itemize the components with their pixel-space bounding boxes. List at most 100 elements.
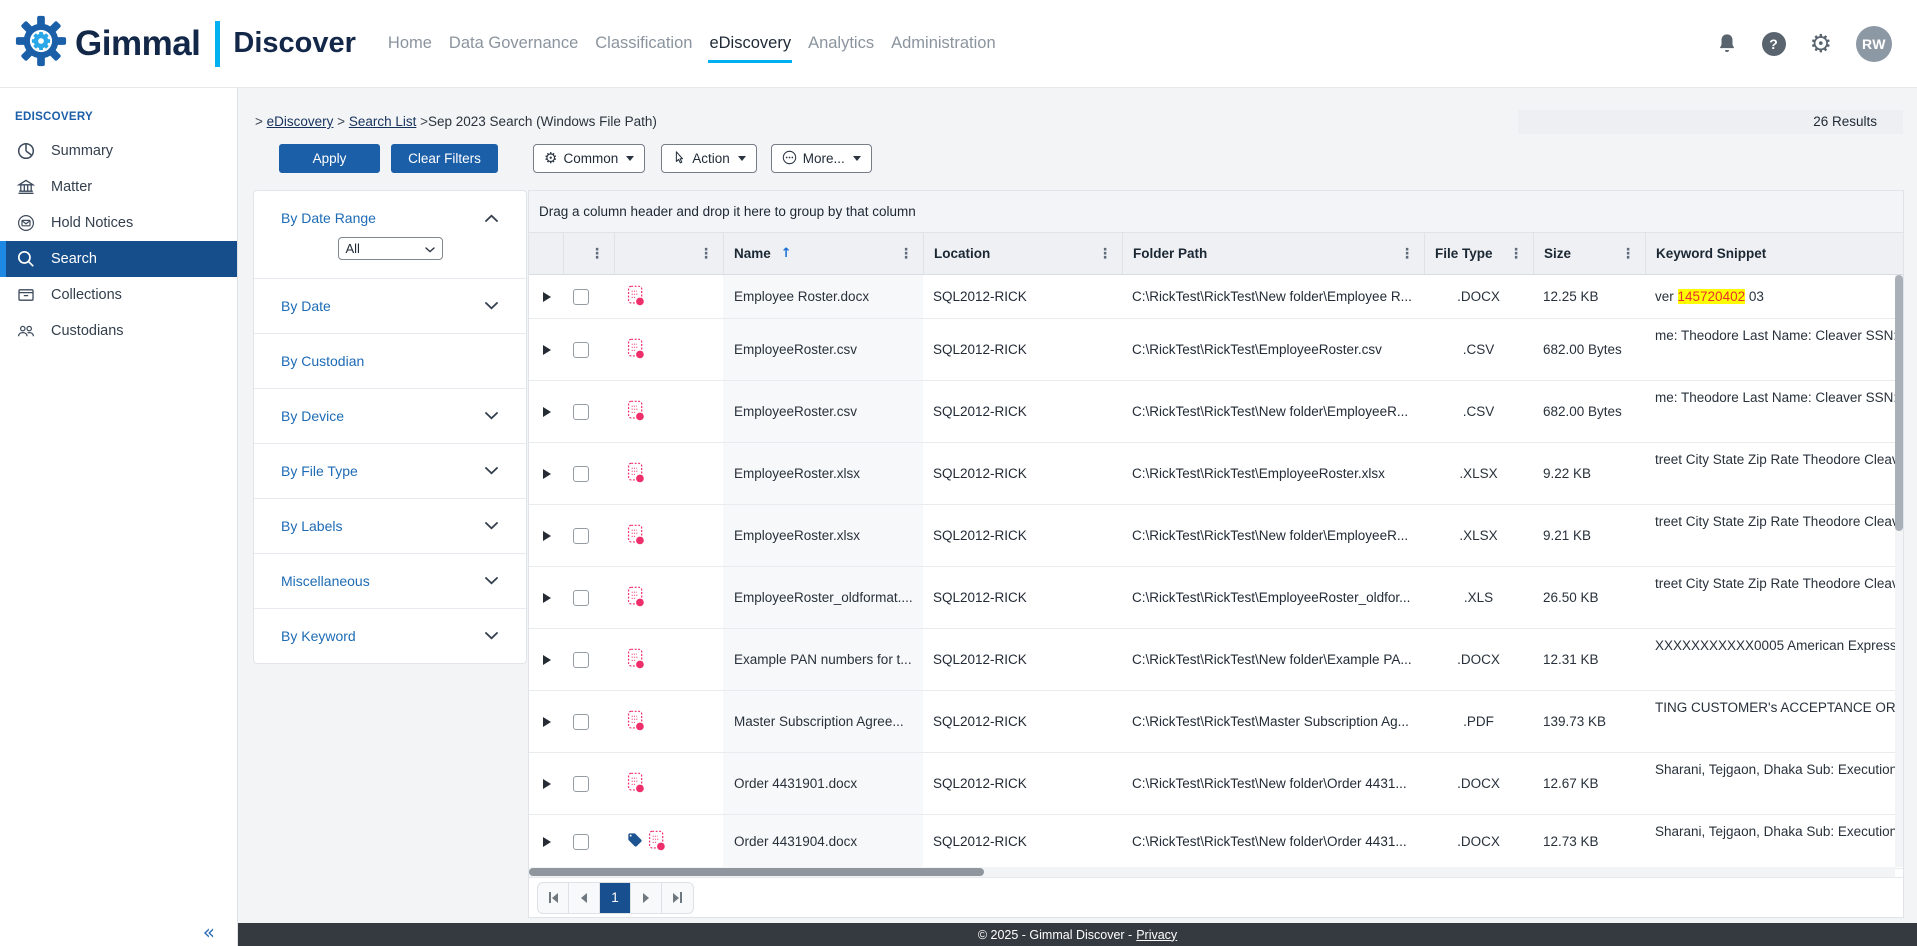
table-row[interactable]: EmployeeRoster.xlsxSQL2012-RICKC:\RickTe… <box>529 443 1903 505</box>
table-row[interactable]: EmployeeRoster_oldformat....SQL2012-RICK… <box>529 567 1903 629</box>
row-expand-cell <box>529 629 563 690</box>
filter-header-by-device[interactable]: By Device <box>254 389 526 443</box>
nav-item-ediscovery[interactable]: eDiscovery <box>708 24 792 63</box>
row-expand-button[interactable] <box>543 837 551 847</box>
sidebar-item-summary[interactable]: Summary <box>0 133 237 169</box>
clear-filters-button[interactable]: Clear Filters <box>391 144 498 173</box>
sidebar-item-label: Custodians <box>51 323 124 339</box>
filter-header-by-file-type[interactable]: By File Type <box>254 444 526 498</box>
table-row[interactable]: Master Subscription Agree...SQL2012-RICK… <box>529 691 1903 753</box>
breadcrumb-search-list[interactable]: Search List <box>349 114 417 129</box>
filter-header-by-labels[interactable]: By Labels <box>254 499 526 553</box>
date-range-select[interactable]: All <box>338 237 443 260</box>
sidebar-item-custodians[interactable]: Custodians <box>0 313 237 349</box>
filter-header-by-date[interactable]: By Date <box>254 279 526 333</box>
filter-header-miscellaneous[interactable]: Miscellaneous <box>254 554 526 608</box>
row-checkbox[interactable] <box>573 714 589 730</box>
horizontal-scrollbar-thumb[interactable] <box>529 868 984 876</box>
header-size[interactable]: Size⋮ <box>1533 233 1645 274</box>
privacy-link[interactable]: Privacy <box>1136 928 1177 942</box>
header-icon-column[interactable]: ⋮ <box>614 233 723 274</box>
column-menu-icon[interactable]: ⋮ <box>1621 246 1635 262</box>
bell-icon[interactable] <box>1716 32 1738 56</box>
column-menu-icon[interactable]: ⋮ <box>699 246 713 262</box>
sidebar-item-collections[interactable]: Collections <box>0 277 237 313</box>
table-row[interactable]: Employee Roster.docxSQL2012-RICKC:\RickT… <box>529 275 1903 319</box>
row-expand-button[interactable] <box>543 469 551 479</box>
next-page-button[interactable] <box>631 883 662 913</box>
table-row[interactable]: EmployeeRoster.csvSQL2012-RICKC:\RickTes… <box>529 381 1903 443</box>
header-folder-path[interactable]: Folder Path⋮ <box>1122 233 1424 274</box>
pink-document-icon <box>627 710 645 734</box>
breadcrumb-ediscovery[interactable]: eDiscovery <box>267 114 334 129</box>
current-page-button[interactable]: 1 <box>600 883 631 913</box>
row-checkbox-cell <box>563 629 614 690</box>
apply-button[interactable]: Apply <box>279 144 380 173</box>
column-menu-icon[interactable]: ⋮ <box>1098 246 1112 262</box>
row-expand-button[interactable] <box>543 292 551 302</box>
row-expand-button[interactable] <box>543 717 551 727</box>
header-keyword-snippet[interactable]: Keyword Snippet <box>1645 233 1903 274</box>
row-checkbox[interactable] <box>573 590 589 606</box>
vertical-scrollbar-thumb[interactable] <box>1895 275 1903 531</box>
file-type-cell: .CSV <box>1424 381 1533 442</box>
filter-header-by-custodian[interactable]: By Custodian <box>254 334 526 388</box>
header-name[interactable]: Name ↑ ⋮ <box>723 233 923 274</box>
action-dropdown-button[interactable]: Action <box>661 144 757 173</box>
row-checkbox[interactable] <box>573 834 589 850</box>
main-content: > eDiscovery > Search List >Sep 2023 Sea… <box>238 88 1917 923</box>
last-page-button[interactable] <box>662 883 693 913</box>
row-expand-button[interactable] <box>543 345 551 355</box>
nav-item-analytics[interactable]: Analytics <box>807 24 875 63</box>
help-icon[interactable]: ? <box>1762 32 1786 56</box>
group-by-bar[interactable]: Drag a column header and drop it here to… <box>529 191 1903 233</box>
brand-logo: Gimmal Discover <box>14 14 356 73</box>
settings-gear-icon[interactable]: ⚙ <box>1810 31 1832 56</box>
row-expand-button[interactable] <box>543 593 551 603</box>
table-row[interactable]: EmployeeRoster.xlsxSQL2012-RICKC:\RickTe… <box>529 505 1903 567</box>
nav-item-administration[interactable]: Administration <box>890 24 997 63</box>
first-page-button[interactable] <box>538 883 569 913</box>
common-dropdown-button[interactable]: ⚙ Common <box>533 144 645 173</box>
prev-page-button[interactable] <box>569 883 600 913</box>
row-checkbox[interactable] <box>573 404 589 420</box>
row-checkbox[interactable] <box>573 776 589 792</box>
header-file-type[interactable]: File Type⋮ <box>1424 233 1533 274</box>
sidebar-item-matter[interactable]: Matter <box>0 169 237 205</box>
location-cell: SQL2012-RICK <box>923 567 1122 628</box>
sidebar-item-label: Hold Notices <box>51 215 133 231</box>
row-checkbox-cell <box>563 815 614 868</box>
table-row[interactable]: EmployeeRoster.csvSQL2012-RICKC:\RickTes… <box>529 319 1903 381</box>
table-row[interactable]: Example PAN numbers for t...SQL2012-RICK… <box>529 629 1903 691</box>
name-cell: Master Subscription Agree... <box>723 691 923 752</box>
sidebar-collapse-button[interactable]: « <box>203 920 215 944</box>
avatar[interactable]: RW <box>1856 26 1892 62</box>
row-checkbox[interactable] <box>573 289 589 305</box>
nav-item-classification[interactable]: Classification <box>594 24 693 63</box>
column-menu-icon[interactable]: ⋮ <box>1400 246 1414 262</box>
row-checkbox[interactable] <box>573 652 589 668</box>
header-select-column[interactable]: ⋮ <box>563 233 614 274</box>
row-expand-button[interactable] <box>543 655 551 665</box>
row-expand-button[interactable] <box>543 531 551 541</box>
nav-item-data-governance[interactable]: Data Governance <box>448 24 579 63</box>
row-expand-button[interactable] <box>543 779 551 789</box>
sidebar-item-hold-notices[interactable]: Hold Notices <box>0 205 237 241</box>
folder-path-cell: C:\RickTest\RickTest\New folder\Employee… <box>1122 505 1424 566</box>
row-checkbox[interactable] <box>573 342 589 358</box>
column-menu-icon[interactable]: ⋮ <box>590 246 604 262</box>
header-location[interactable]: Location⋮ <box>923 233 1122 274</box>
row-expand-button[interactable] <box>543 407 551 417</box>
more-dropdown-button[interactable]: More... <box>771 144 872 173</box>
column-menu-icon[interactable]: ⋮ <box>1509 246 1523 262</box>
row-checkbox[interactable] <box>573 466 589 482</box>
row-checkbox[interactable] <box>573 528 589 544</box>
filter-group-by-date: By Date <box>254 278 526 333</box>
table-row[interactable]: Order 4431904.docxSQL2012-RICKC:\RickTes… <box>529 815 1903 869</box>
nav-item-home[interactable]: Home <box>387 24 433 63</box>
size-cell: 12.25 KB <box>1533 275 1645 318</box>
filter-header-by-keyword[interactable]: By Keyword <box>254 609 526 663</box>
table-row[interactable]: Order 4431901.docxSQL2012-RICKC:\RickTes… <box>529 753 1903 815</box>
sidebar-item-search[interactable]: Search <box>0 241 237 277</box>
column-menu-icon[interactable]: ⋮ <box>899 246 913 262</box>
